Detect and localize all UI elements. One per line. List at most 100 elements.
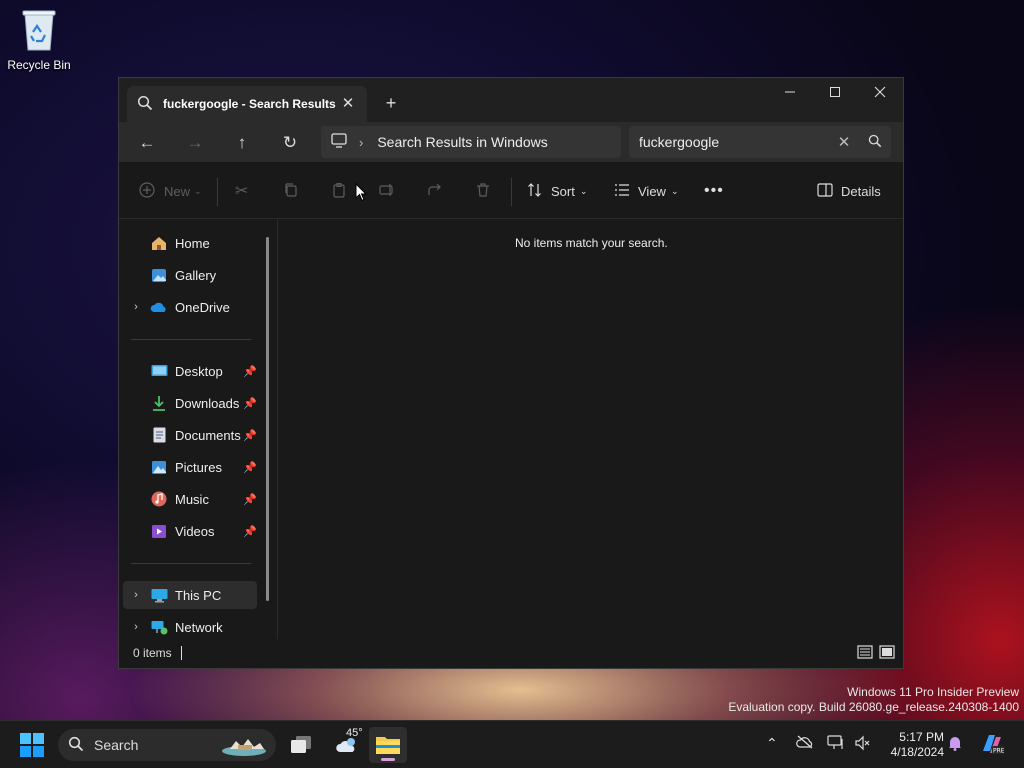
system-clock[interactable]: 5:17 PM 4/18/2024 — [880, 730, 944, 760]
sort-label: Sort — [551, 183, 575, 199]
sidebar-scrollbar[interactable] — [266, 237, 269, 601]
home-icon — [149, 235, 169, 251]
search-input[interactable]: fuckergoogle — [639, 134, 829, 150]
chevron-down-icon: ⌄ — [194, 185, 202, 196]
folder-icon — [376, 737, 400, 754]
desktop-folder-icon — [149, 363, 169, 379]
sidebar-item-network[interactable]: › Network — [123, 613, 257, 641]
monitor-icon — [331, 133, 349, 151]
task-view-button[interactable] — [282, 727, 320, 763]
trash-icon — [475, 182, 491, 201]
address-bar[interactable]: › Search Results in Windows — [321, 126, 621, 158]
notifications-bell-icon[interactable] — [948, 735, 962, 754]
sidebar-item-downloads[interactable]: Downloads 📌 — [123, 389, 257, 417]
music-icon — [149, 491, 169, 507]
taskbar-search-box[interactable]: Search — [58, 729, 276, 761]
pin-icon[interactable]: 📌 — [243, 429, 257, 442]
sidebar-item-this-pc[interactable]: › This PC — [123, 581, 257, 609]
sidebar-label: Pictures — [175, 459, 222, 475]
gallery-icon — [149, 267, 169, 283]
sidebar-item-documents[interactable]: Documents 📌 — [123, 421, 257, 449]
new-label: New — [164, 183, 191, 199]
copy-button[interactable] — [283, 176, 299, 206]
volume-muted-icon[interactable] — [854, 735, 872, 754]
network-status-icon[interactable] — [827, 735, 845, 754]
status-bar: 0 items — [119, 640, 903, 668]
show-hidden-icons-chevron-icon[interactable]: ⌃ — [766, 735, 778, 752]
mouse-cursor-icon — [355, 182, 368, 205]
sidebar-item-onedrive[interactable]: › OneDrive — [123, 293, 257, 321]
sidebar-item-videos[interactable]: Videos 📌 — [123, 517, 257, 545]
search-icon — [68, 736, 84, 755]
clock-date: 4/18/2024 — [890, 745, 944, 759]
copilot-icon[interactable]: PRE — [980, 733, 1005, 758]
svg-text:PRE: PRE — [993, 748, 1004, 755]
taskbar-search-label: Search — [94, 737, 139, 753]
more-options-button[interactable]: ••• — [704, 176, 724, 206]
sidebar-label: Videos — [175, 523, 215, 539]
sidebar-item-gallery[interactable]: Gallery — [123, 261, 257, 289]
pin-icon[interactable]: 📌 — [243, 493, 257, 506]
sidebar-label: Documents — [175, 427, 241, 443]
plus-circle-icon — [139, 181, 155, 201]
onedrive-offline-icon[interactable] — [796, 735, 814, 752]
rename-button[interactable] — [379, 176, 395, 206]
minimize-button[interactable] — [767, 78, 813, 108]
tiles-view-button[interactable] — [879, 644, 897, 662]
sidebar-label: Home — [175, 235, 210, 251]
recycle-bin-desktop-icon[interactable]: Recycle Bin — [6, 8, 72, 72]
up-button[interactable]: ↑ — [226, 130, 258, 156]
refresh-icon: ↻ — [282, 133, 298, 152]
share-button[interactable] — [427, 176, 443, 206]
pin-icon[interactable]: 📌 — [243, 365, 257, 378]
forward-button[interactable]: → — [179, 130, 211, 156]
sidebar-item-desktop[interactable]: Desktop 📌 — [123, 357, 257, 385]
status-divider — [181, 646, 182, 660]
maximize-button[interactable] — [812, 78, 858, 108]
this-pc-icon — [149, 587, 169, 603]
paste-button[interactable] — [331, 176, 347, 206]
chevron-down-icon: ⌄ — [670, 185, 679, 196]
back-button[interactable]: ← — [131, 130, 163, 156]
sidebar-item-pictures[interactable]: Pictures 📌 — [123, 453, 257, 481]
refresh-button[interactable]: ↻ — [274, 130, 306, 156]
cut-button[interactable]: ✂ — [235, 176, 248, 206]
sort-button[interactable]: Sort ⌄ — [527, 176, 587, 206]
sidebar-label: Desktop — [175, 363, 223, 379]
active-app-indicator — [381, 758, 395, 761]
new-tab-button[interactable]: + — [379, 92, 403, 116]
search-icon[interactable] — [859, 134, 891, 151]
tab-search-results[interactable]: fuckergoogle - Search Results ✕ — [127, 86, 367, 122]
start-button[interactable] — [20, 733, 44, 760]
pin-icon[interactable]: 📌 — [243, 397, 257, 410]
new-button[interactable]: New ⌄ — [139, 176, 202, 206]
recycle-bin-icon — [21, 8, 57, 52]
chevron-right-icon[interactable]: › — [123, 301, 149, 313]
address-path: Search Results in Windows — [377, 134, 548, 150]
sidebar-item-music[interactable]: Music 📌 — [123, 485, 257, 513]
navigation-pane: Home Gallery › OneDrive Desktop 📌 Downlo… — [119, 219, 277, 639]
clear-search-icon[interactable]: ✕ — [829, 133, 859, 151]
pin-icon[interactable]: 📌 — [243, 461, 257, 474]
item-count: 0 items — [133, 646, 172, 660]
close-tab-icon[interactable]: ✕ — [339, 95, 357, 113]
file-explorer-taskbar-button[interactable] — [369, 727, 407, 763]
close-window-button[interactable] — [857, 78, 903, 108]
chevron-right-icon[interactable]: › — [123, 621, 149, 633]
navigation-bar: ← → ↑ ↻ › Search Results in Windows fuck… — [119, 122, 903, 162]
chevron-right-icon[interactable]: › — [123, 589, 149, 601]
title-bar: fuckergoogle - Search Results ✕ + — [119, 78, 903, 122]
up-arrow-icon: ↑ — [237, 133, 247, 152]
details-button[interactable]: Details — [817, 176, 881, 206]
view-button[interactable]: View ⌄ — [614, 176, 679, 206]
sidebar-label: Gallery — [175, 267, 217, 283]
delete-button[interactable] — [475, 176, 491, 206]
pin-icon[interactable]: 📌 — [243, 525, 257, 538]
chevron-right-icon[interactable]: › — [359, 135, 363, 150]
pane-divider[interactable] — [277, 219, 278, 639]
task-view-icon — [291, 736, 311, 753]
scissors-icon: ✂ — [235, 183, 249, 200]
search-box[interactable]: fuckergoogle ✕ — [629, 126, 891, 158]
details-view-button[interactable] — [857, 644, 875, 662]
sidebar-item-home[interactable]: Home — [123, 229, 257, 257]
